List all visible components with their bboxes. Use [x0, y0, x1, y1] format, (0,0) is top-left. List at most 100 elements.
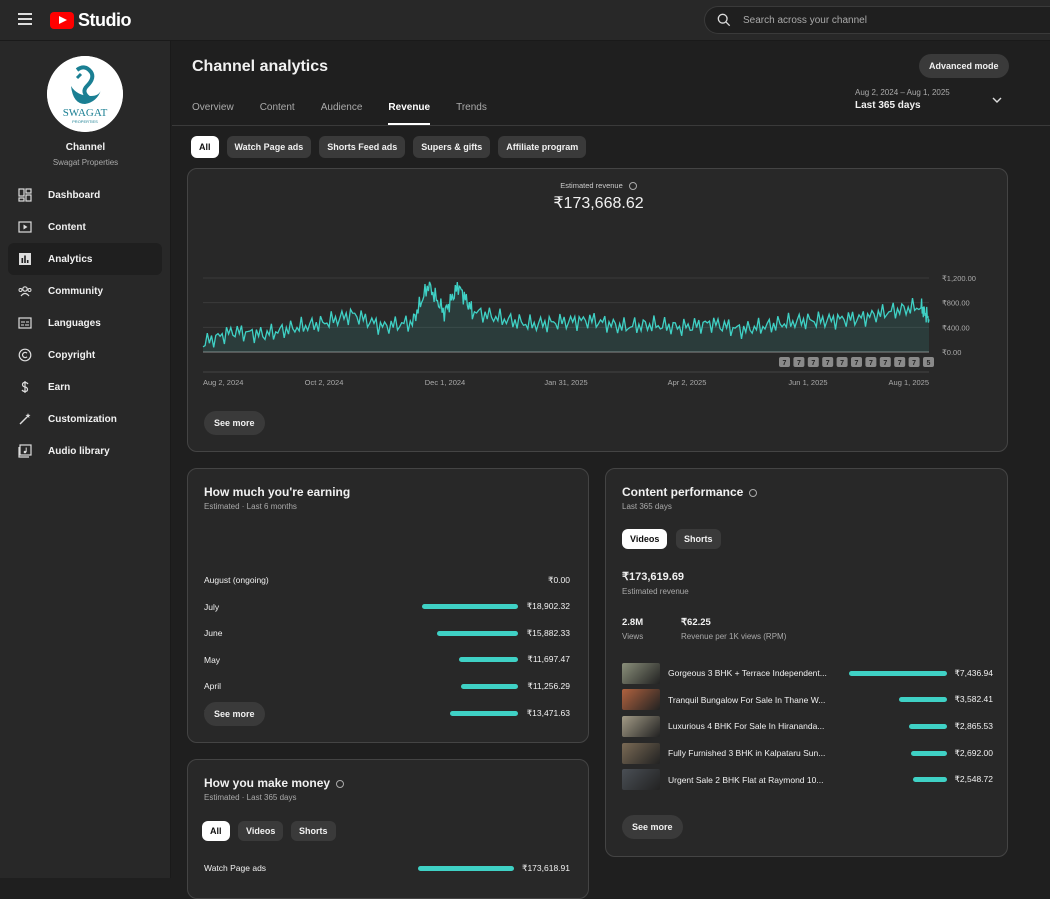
performance-revenue-label: Estimated revenue	[622, 587, 689, 596]
sidebar-item-copyright[interactable]: Copyright	[8, 339, 162, 371]
x-tick-label: Dec 1, 2024	[425, 378, 465, 387]
earning-row-bar	[460, 683, 518, 689]
date-range-label: Last 365 days	[855, 100, 921, 111]
revenue-chart-card: Estimated revenue ₹173,668.62 ₹1,200.00 ₹…	[187, 168, 1008, 452]
video-title: Tranquil Bungalow For Sale In Thane W...	[668, 694, 826, 705]
sidebar-item-customization[interactable]: Customization	[8, 403, 162, 435]
video-thumbnail	[622, 689, 660, 711]
video-revenue-value: ₹3,582.41	[954, 694, 994, 705]
earning-row-label: May	[204, 654, 221, 665]
sidebar-item-label: Copyright	[48, 349, 96, 361]
sidebar-item-dashboard[interactable]: Dashboard	[8, 179, 162, 211]
annotation-marker-label: 7	[840, 360, 844, 367]
date-range-picker[interactable]: Aug 2, 2024 – Aug 1, 2025 Last 365 days	[855, 88, 1005, 111]
video-title: Urgent Sale 2 BHK Flat at Raymond 10...	[668, 774, 824, 785]
chip-all[interactable]: All	[191, 136, 219, 158]
performance-chip-videos[interactable]: Videos	[622, 529, 668, 549]
performance-chip-shorts[interactable]: Shorts	[676, 529, 721, 549]
make-money-chip-all[interactable]: All	[202, 821, 230, 841]
make-money-title: How you make money	[204, 776, 345, 790]
revenue-see-more-button[interactable]: See more	[204, 411, 265, 435]
subtitles-icon	[18, 316, 32, 330]
performance-subtitle: Last 365 days	[622, 502, 672, 511]
analytics-tabs: Overview Content Audience Revenue Trends	[192, 102, 513, 125]
tab-revenue[interactable]: Revenue	[388, 102, 431, 125]
video-row[interactable]: Tranquil Bungalow For Sale In Thane W...…	[622, 689, 993, 711]
search-input[interactable]: Search across your channel	[704, 6, 1050, 34]
x-tick-label: Jun 1, 2025	[788, 378, 827, 387]
sidebar-item-community[interactable]: Community	[8, 275, 162, 307]
video-revenue-value: ₹2,548.72	[954, 774, 994, 785]
make-money-chip-shorts[interactable]: Shorts	[291, 821, 336, 841]
annotation-marker-label: 7	[883, 360, 887, 367]
youtube-play-icon	[50, 12, 74, 29]
video-thumbnail	[622, 769, 660, 791]
earning-row-value: ₹15,882.33	[526, 627, 570, 638]
sidebar-item-earn[interactable]: Earn	[8, 371, 162, 403]
chip-shorts-feed-ads[interactable]: Shorts Feed ads	[319, 136, 406, 158]
video-row[interactable]: Urgent Sale 2 BHK Flat at Raymond 10... ₹…	[622, 769, 993, 791]
annotation-marker-label: 5	[927, 360, 931, 367]
sidebar-item-label: Community	[48, 285, 103, 297]
make-money-row-value: ₹173,618.91	[522, 862, 570, 873]
earning-row-value: ₹0.00	[548, 574, 570, 585]
tab-audience[interactable]: Audience	[321, 102, 363, 125]
video-row[interactable]: Luxurious 4 BHK For Sale In Hiranandа...…	[622, 715, 993, 737]
make-money-chip-videos[interactable]: Videos	[238, 821, 284, 841]
chip-supers-gifts[interactable]: Supers & gifts	[413, 136, 491, 158]
video-row[interactable]: Gorgeous 3 BHK + Terrace Independent... ₹…	[622, 662, 993, 684]
video-revenue-bar	[912, 777, 947, 783]
video-title: Fully Furnished 3 BHK in Kalpataru Sun..…	[668, 748, 826, 759]
search-placeholder: Search across your channel	[743, 14, 867, 26]
analytics-icon	[18, 252, 32, 266]
tab-trends[interactable]: Trends	[456, 102, 487, 125]
main-content: Channel analytics Advanced mode Overview…	[172, 41, 1050, 899]
make-money-card: How you make money Estimated · Last 365 …	[187, 759, 589, 899]
annotation-marker-label: 7	[797, 360, 801, 367]
earning-row-value: ₹18,902.32	[526, 601, 570, 612]
video-thumbnail	[622, 742, 660, 764]
sidebar-item-label: Earn	[48, 381, 71, 393]
dashboard-icon	[18, 188, 32, 202]
sidebar-item-languages[interactable]: Languages	[8, 307, 162, 339]
performance-title-text: Content performance	[622, 485, 744, 499]
info-icon[interactable]	[336, 779, 345, 788]
sidebar-item-content[interactable]: Content	[8, 211, 162, 243]
sidebar-item-analytics[interactable]: Analytics	[8, 243, 162, 275]
video-revenue-bar	[911, 750, 947, 756]
revenue-chart[interactable]: ₹1,200.00 ₹800.00 ₹400.00 ₹0.00 7 7 7 7 7 7 7 7 7 7 5 A…	[188, 169, 1009, 453]
earning-row: April ₹11,256.29	[204, 679, 570, 693]
performance-revenue-value: ₹173,619.69	[622, 571, 685, 583]
chevron-down-icon[interactable]	[992, 96, 1002, 104]
earning-row-label: April	[204, 681, 222, 692]
earning-see-more-button[interactable]: See more	[204, 702, 265, 726]
chip-watch-page-ads[interactable]: Watch Page ads	[226, 136, 312, 158]
hamburger-menu-icon[interactable]	[14, 10, 36, 30]
earning-row-value: ₹11,256.29	[527, 680, 570, 691]
video-revenue-value: ₹2,692.00	[954, 747, 994, 758]
info-icon[interactable]	[749, 488, 758, 497]
y-tick-label: ₹400.00	[942, 323, 970, 332]
earning-row-value: ₹11,697.47	[527, 654, 570, 665]
chip-affiliate-program[interactable]: Affiliate program	[498, 136, 587, 158]
earning-row: August (ongoing) ₹0.00	[204, 573, 570, 587]
video-row[interactable]: Fully Furnished 3 BHK in Kalpataru Sun..…	[622, 742, 993, 764]
annotation-marker-label: 7	[869, 360, 873, 367]
tabs-divider	[172, 125, 1050, 126]
performance-see-more-button[interactable]: See more	[622, 815, 683, 839]
earning-row: June ₹15,882.33	[204, 626, 570, 640]
make-money-subtitle: Estimated · Last 365 days	[204, 793, 297, 802]
y-tick-label: ₹1,200.00	[942, 274, 976, 283]
sidebar-item-audio-library[interactable]: Audio library	[8, 435, 162, 467]
y-tick-label: ₹0.00	[942, 348, 961, 357]
studio-logo[interactable]: Studio	[50, 10, 132, 31]
tab-content[interactable]: Content	[260, 102, 295, 125]
sidebar-item-label: Content	[48, 221, 86, 233]
channel-avatar[interactable]: SWAGAT PROPERTIES	[47, 56, 123, 132]
rpm-value: ₹62.25	[681, 617, 711, 628]
video-revenue-bar	[908, 723, 947, 729]
channel-name: Swagat Properties	[52, 158, 119, 167]
video-title: Gorgeous 3 BHK + Terrace Independent...	[668, 668, 827, 678]
tab-overview[interactable]: Overview	[192, 102, 234, 125]
advanced-mode-button[interactable]: Advanced mode	[919, 54, 1009, 78]
